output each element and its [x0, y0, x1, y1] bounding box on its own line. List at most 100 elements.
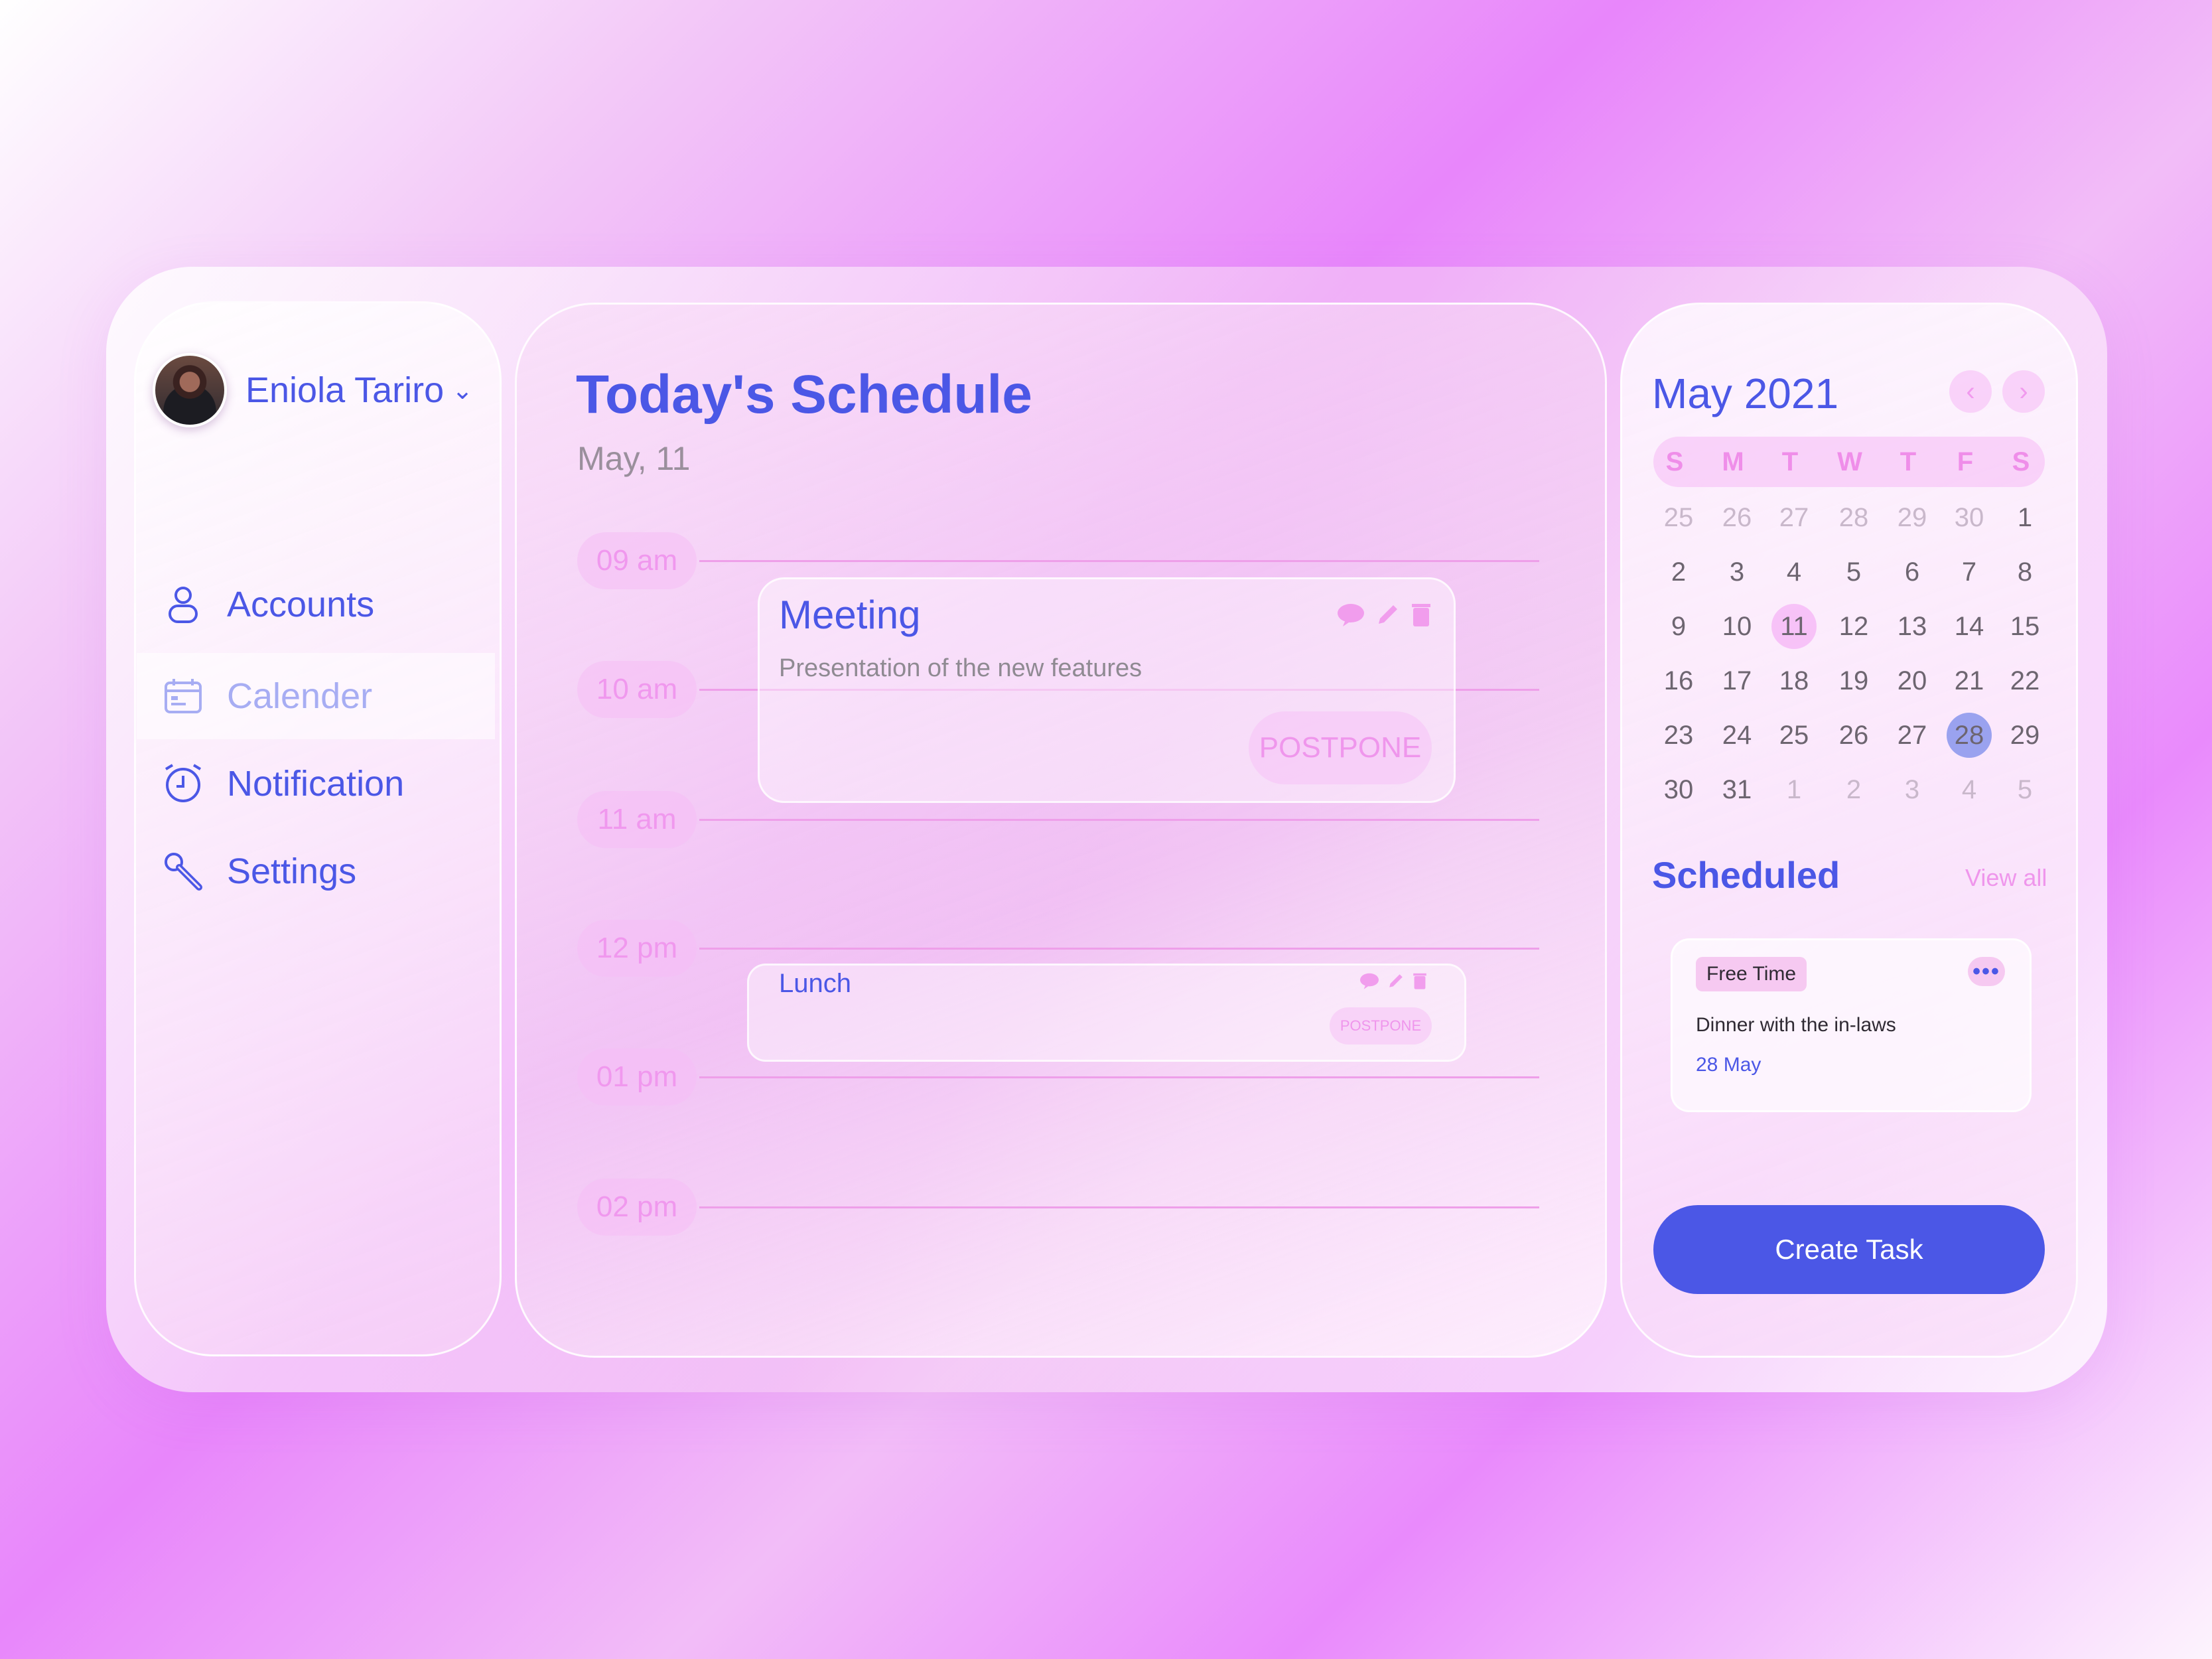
- time-divider: [699, 1206, 1539, 1208]
- sidebar-item-label: Settings: [227, 851, 357, 891]
- profile-name: Eniola Tariro: [245, 370, 445, 410]
- event-title: Meeting: [779, 593, 921, 637]
- view-all-link[interactable]: View all: [1965, 864, 2047, 892]
- time-label: 01 pm: [577, 1048, 697, 1106]
- time-label: 10 am: [577, 661, 697, 718]
- calendar-day[interactable]: 29: [2002, 713, 2047, 758]
- weekday-label: S: [1665, 447, 1684, 476]
- calendar-day[interactable]: 21: [1947, 658, 1992, 703]
- calendar-day[interactable]: 8: [2002, 549, 2047, 595]
- sidebar-item-label: Accounts: [227, 585, 375, 624]
- alarm-clock-icon: [165, 764, 202, 802]
- calendar-day[interactable]: 28: [1831, 495, 1876, 540]
- weekday-label: F: [1957, 447, 1974, 476]
- avatar: [153, 353, 227, 427]
- event-actions: [1359, 972, 1428, 990]
- event-description: Presentation of the new features: [779, 654, 1142, 682]
- sidebar-item-settings[interactable]: Settings: [137, 828, 495, 914]
- event-title: Lunch: [779, 969, 851, 998]
- calendar-day[interactable]: 3: [1890, 767, 1935, 812]
- calendar-day[interactable]: 4: [1771, 549, 1817, 595]
- scheduled-item-date: 28 May: [1696, 1054, 1762, 1076]
- calendar-day[interactable]: 10: [1714, 604, 1760, 649]
- chevron-left-icon[interactable]: ‹: [1949, 370, 1992, 413]
- calendar-day[interactable]: 28: [1947, 713, 1992, 758]
- calendar-day[interactable]: 5: [1831, 549, 1876, 595]
- time-label: 12 pm: [577, 920, 697, 977]
- calendar-day[interactable]: 27: [1890, 713, 1935, 758]
- sidebar-item-notification[interactable]: Notification: [137, 741, 495, 827]
- calendar-day[interactable]: 14: [1947, 604, 1992, 649]
- comment-icon[interactable]: [1359, 972, 1380, 990]
- calendar-day[interactable]: 6: [1890, 549, 1935, 595]
- sidebar-item-label: Notification: [227, 764, 405, 804]
- trash-icon[interactable]: [1412, 972, 1428, 990]
- weekday-label: W: [1837, 447, 1862, 476]
- calendar-day[interactable]: 7: [1947, 549, 1992, 595]
- calendar-day[interactable]: 27: [1771, 495, 1817, 540]
- calendar-day[interactable]: 5: [2002, 767, 2047, 812]
- calendar-day[interactable]: 24: [1714, 713, 1760, 758]
- scheduled-item-title: Dinner with the in-laws: [1696, 1014, 1896, 1036]
- trash-icon[interactable]: [1411, 601, 1432, 628]
- postpone-button[interactable]: POSTPONE: [1249, 711, 1432, 784]
- calendar-day[interactable]: 13: [1890, 604, 1935, 649]
- calendar-day[interactable]: 23: [1656, 713, 1701, 758]
- sidebar-item-label: Calender: [227, 676, 373, 716]
- calendar-month: May 2021: [1652, 370, 1839, 417]
- calendar-day[interactable]: 3: [1714, 549, 1760, 595]
- time-label: 11 am: [577, 791, 697, 848]
- sidebar-item-accounts[interactable]: Accounts: [137, 561, 495, 648]
- weekday-label: M: [1722, 447, 1744, 476]
- weekday-header: S M T W T F S: [1653, 437, 2045, 487]
- weekday-label: T: [1781, 447, 1799, 476]
- postpone-button[interactable]: POSTPONE: [1330, 1007, 1432, 1045]
- calendar-day[interactable]: 1: [1771, 767, 1817, 812]
- event-actions: [1336, 601, 1432, 628]
- create-task-button[interactable]: Create Task: [1653, 1205, 2045, 1294]
- calendar-day[interactable]: 19: [1831, 658, 1876, 703]
- sidebar-item-calender[interactable]: Calender: [137, 653, 495, 739]
- calendar-day[interactable]: 26: [1714, 495, 1760, 540]
- time-row: 02 pm: [577, 1179, 1539, 1238]
- edit-icon[interactable]: [1375, 601, 1401, 628]
- more-options-icon[interactable]: •••: [1968, 957, 2005, 986]
- calendar-day[interactable]: 22: [2002, 658, 2047, 703]
- calendar-day[interactable]: 2: [1831, 767, 1876, 812]
- time-divider: [699, 819, 1539, 821]
- page-title: Today's Schedule: [576, 364, 1032, 425]
- calendar-icon: [165, 679, 202, 713]
- profile-menu[interactable]: Eniola Tariro ⌄: [153, 353, 473, 427]
- time-divider: [699, 560, 1539, 562]
- calendar-day[interactable]: 30: [1656, 767, 1701, 812]
- calendar-day[interactable]: 29: [1890, 495, 1935, 540]
- chevron-down-icon: ⌄: [452, 376, 474, 405]
- time-divider: [699, 948, 1539, 950]
- calendar-day[interactable]: 18: [1771, 658, 1817, 703]
- calendar-day[interactable]: 11: [1771, 604, 1817, 649]
- user-icon: [169, 587, 198, 623]
- weekday-label: S: [2012, 447, 2030, 476]
- calendar-day[interactable]: 12: [1831, 604, 1876, 649]
- calendar-day[interactable]: 1: [2002, 495, 2047, 540]
- scheduled-title: Scheduled: [1652, 854, 1840, 896]
- weekday-label: T: [1900, 447, 1917, 476]
- calendar-day[interactable]: 4: [1947, 767, 1992, 812]
- calendar-day[interactable]: 20: [1890, 658, 1935, 703]
- calendar-day[interactable]: 26: [1831, 713, 1876, 758]
- calendar-day[interactable]: 2: [1656, 549, 1701, 595]
- calendar-day[interactable]: 15: [2002, 604, 2047, 649]
- calendar-day[interactable]: 9: [1656, 604, 1701, 649]
- calendar-day[interactable]: 31: [1714, 767, 1760, 812]
- schedule-date: May, 11: [577, 440, 691, 477]
- time-label: 02 pm: [577, 1179, 697, 1236]
- comment-icon[interactable]: [1336, 601, 1365, 628]
- chevron-right-icon[interactable]: ›: [2002, 370, 2045, 413]
- calendar-day[interactable]: 30: [1947, 495, 1992, 540]
- scheduled-tag: Free Time: [1696, 957, 1807, 991]
- calendar-day[interactable]: 16: [1656, 658, 1701, 703]
- calendar-day[interactable]: 25: [1771, 713, 1817, 758]
- calendar-day[interactable]: 17: [1714, 658, 1760, 703]
- edit-icon[interactable]: [1387, 972, 1405, 990]
- calendar-day[interactable]: 25: [1656, 495, 1701, 540]
